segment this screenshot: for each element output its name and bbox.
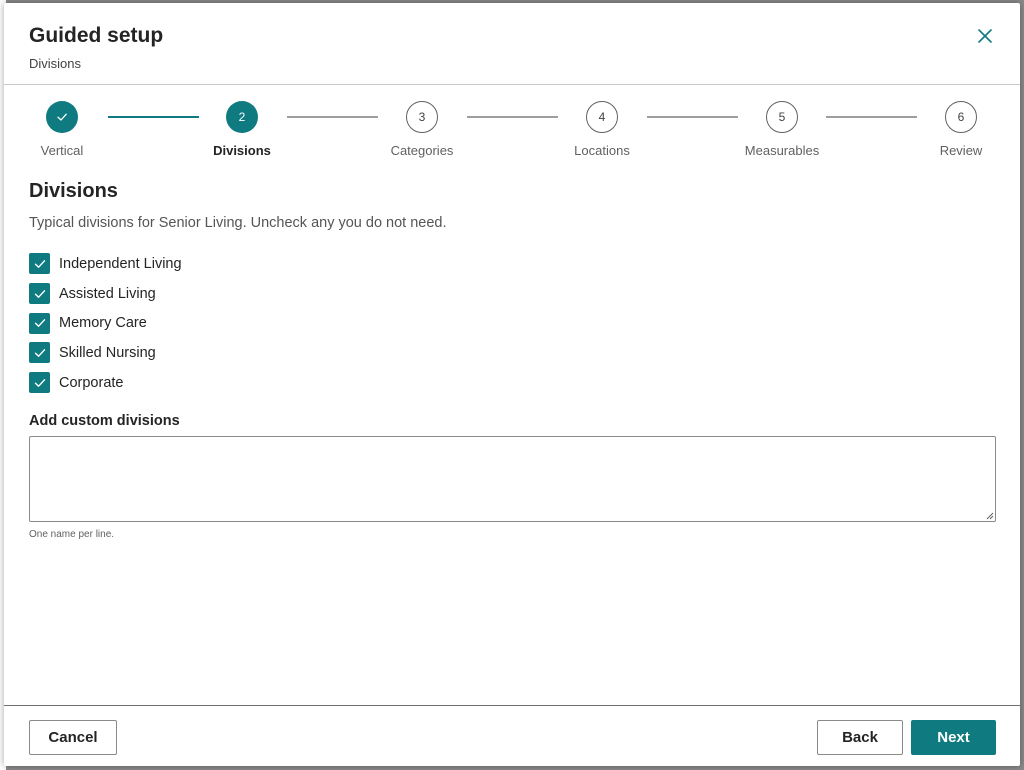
section-title: Divisions (29, 180, 118, 202)
step-review[interactable]: 6 Review (911, 101, 1011, 158)
dialog-subtitle: Divisions (29, 56, 82, 71)
next-button[interactable]: Next (911, 720, 996, 755)
division-option-memory-care[interactable]: Memory Care (29, 308, 182, 338)
division-label: Assisted Living (59, 285, 156, 302)
check-icon (57, 113, 67, 121)
checkmark-icon (34, 319, 45, 328)
division-option-independent-living[interactable]: Independent Living (29, 249, 182, 279)
step-label: Locations (574, 143, 630, 158)
step-circle: 4 (586, 101, 618, 133)
step-circle: 3 (406, 101, 438, 133)
stepper: Vertical 2 Divisions 3 Categories 4 Loca… (4, 101, 1020, 161)
division-checklist: Independent Living Assisted Living Memor… (29, 249, 182, 397)
step-divisions[interactable]: 2 Divisions (192, 101, 292, 158)
step-measurables[interactable]: 5 Measurables (732, 101, 832, 158)
division-checkbox[interactable] (29, 372, 50, 394)
step-label: Categories (390, 143, 454, 158)
step-connector (467, 116, 558, 118)
step-label: Measurables (744, 143, 820, 158)
checkmark-icon (34, 289, 45, 298)
step-connector (287, 116, 378, 118)
division-label: Skilled Nursing (59, 344, 156, 361)
division-checkbox[interactable] (29, 312, 50, 334)
custom-divisions-label: Add custom divisions (29, 413, 180, 429)
division-option-skilled-nursing[interactable]: Skilled Nursing (29, 338, 182, 368)
custom-divisions-hint: One name per line. (29, 529, 115, 540)
custom-divisions-input[interactable] (29, 436, 996, 522)
step-connector (647, 116, 738, 118)
division-label: Corporate (59, 374, 124, 391)
division-label: Independent Living (59, 255, 182, 272)
step-connector (108, 116, 199, 118)
dialog-footer: Cancel Back Next (4, 705, 1020, 766)
step-label: Vertical (40, 143, 84, 158)
step-connector (826, 116, 917, 118)
step-label: Divisions (213, 143, 271, 158)
close-button[interactable] (974, 25, 996, 47)
step-circle: 6 (945, 101, 977, 133)
step-vertical[interactable]: Vertical (12, 101, 112, 158)
division-label: Memory Care (59, 315, 147, 332)
close-icon (978, 29, 992, 43)
division-option-corporate[interactable]: Corporate (29, 368, 182, 398)
step-label: Review (939, 143, 983, 158)
division-option-assisted-living[interactable]: Assisted Living (29, 279, 182, 309)
guided-setup-dialog: Guided setup Divisions Vertical 2 Divisi… (4, 3, 1020, 766)
step-categories[interactable]: 3 Categories (372, 101, 472, 158)
checkmark-icon (34, 378, 45, 387)
step-circle: 2 (226, 101, 258, 133)
division-checkbox[interactable] (29, 253, 50, 275)
step-locations[interactable]: 4 Locations (552, 101, 652, 158)
division-checkbox[interactable] (29, 283, 50, 305)
dialog-title: Guided setup (29, 24, 164, 47)
back-button[interactable]: Back (817, 720, 903, 755)
checkmark-icon (34, 349, 45, 357)
checkmark-icon (34, 259, 45, 268)
division-checkbox[interactable] (29, 342, 50, 364)
resize-grip-icon[interactable] (986, 512, 994, 520)
section-description: Typical divisions for Senior Living. Unc… (29, 215, 447, 231)
dialog-header: Guided setup Divisions (4, 3, 1020, 85)
step-circle (46, 101, 78, 133)
cancel-button[interactable]: Cancel (29, 720, 117, 755)
step-circle: 5 (766, 101, 798, 133)
